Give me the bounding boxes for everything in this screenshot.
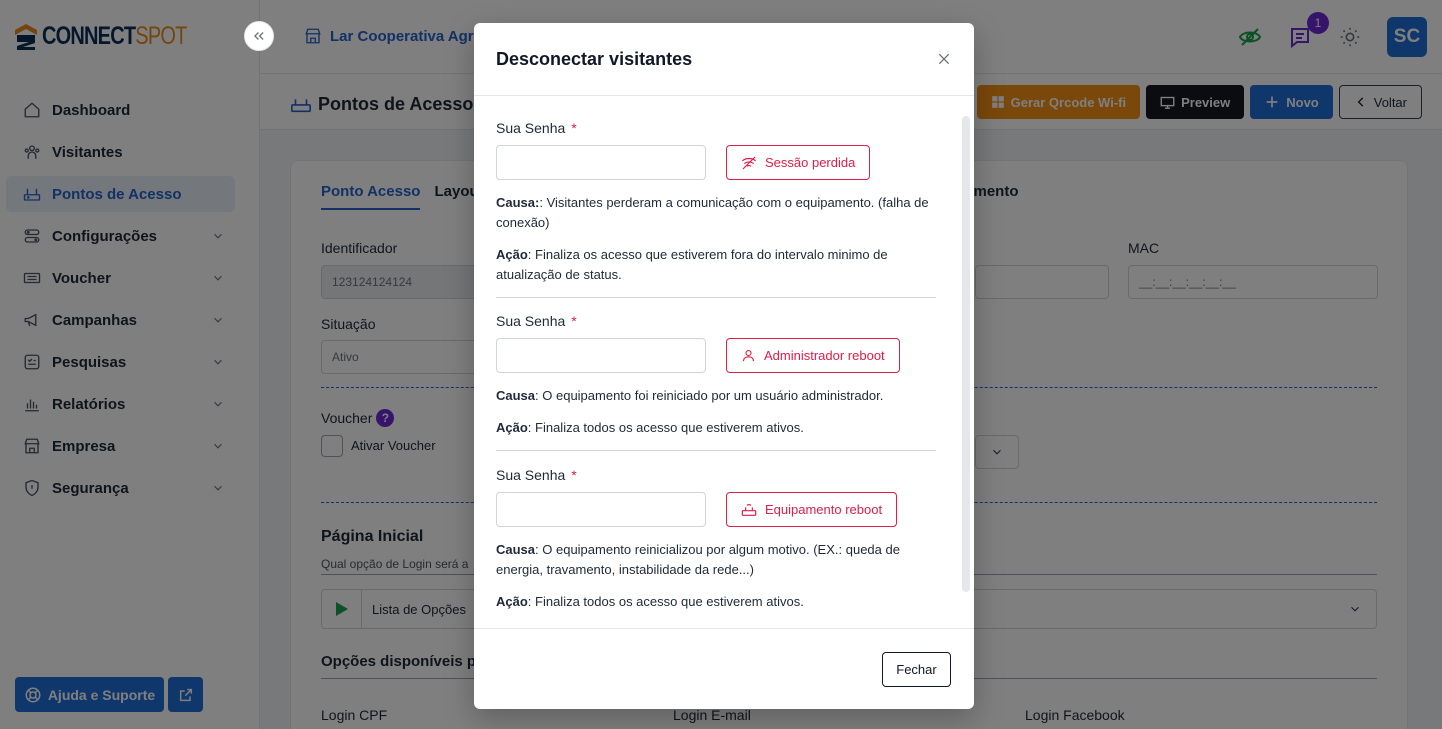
- router-icon: [741, 503, 757, 516]
- password-label-text: Sua Senha: [496, 467, 566, 483]
- modal-scrollbar[interactable]: [962, 106, 970, 618]
- modal-header: Desconectar visitantes: [474, 23, 974, 96]
- cause-text: Causa:: Visitantes perderam a comunicaçã…: [496, 195, 929, 230]
- modal-footer: Fechar: [474, 628, 974, 709]
- user-icon: [742, 349, 755, 362]
- cause-text: Causa: O equipamento foi reiniciado por …: [496, 388, 884, 403]
- password-label-text: Sua Senha: [496, 313, 566, 329]
- divider: [496, 450, 936, 451]
- password-label-text: Sua Senha: [496, 120, 566, 136]
- action-text: Ação: Finaliza os acesso que estiverem f…: [496, 247, 888, 282]
- chevrons-left-icon: [254, 32, 264, 40]
- password-input[interactable]: [496, 145, 706, 180]
- session-lost-button[interactable]: Sessão perdida: [726, 145, 871, 180]
- password-input[interactable]: [496, 338, 706, 373]
- action-text: Ação: Finaliza todos os acesso que estiv…: [496, 594, 804, 609]
- equipment-reboot-section: Sua Senha * Equipamento reboot Causa: O e…: [496, 467, 936, 612]
- close-button[interactable]: Fechar: [882, 652, 951, 687]
- password-input[interactable]: [496, 492, 706, 527]
- admin-reboot-label: Administrador reboot: [764, 348, 885, 363]
- scrollbar-thumb[interactable]: [962, 116, 970, 592]
- required-marker: *: [571, 467, 577, 483]
- admin-reboot-section: Sua Senha * Administrador reboot Causa: O…: [496, 313, 936, 451]
- password-label: Sua Senha *: [496, 120, 936, 136]
- required-marker: *: [571, 313, 577, 329]
- password-label: Sua Senha *: [496, 313, 936, 329]
- modal-title: Desconectar visitantes: [496, 49, 693, 69]
- equipment-reboot-label: Equipamento reboot: [765, 502, 883, 517]
- password-label: Sua Senha *: [496, 467, 936, 483]
- equipment-reboot-button[interactable]: Equipamento reboot: [726, 492, 898, 527]
- divider: [496, 297, 936, 298]
- close-icon[interactable]: [936, 51, 952, 67]
- required-marker: *: [571, 120, 577, 136]
- wifi-off-icon: [741, 156, 757, 169]
- admin-reboot-button[interactable]: Administrador reboot: [726, 338, 900, 373]
- session-lost-section: Sua Senha * Sessão perdida Causa:: Visita…: [496, 120, 936, 298]
- cause-text: Causa: O equipamento reinicializou por a…: [496, 542, 900, 577]
- sidebar-collapse-button[interactable]: [244, 21, 274, 51]
- modal-body: Sua Senha * Sessão perdida Causa:: Visita…: [474, 96, 974, 628]
- session-lost-label: Sessão perdida: [765, 155, 856, 170]
- disconnect-visitors-modal: Desconectar visitantes Sua Senha * Sessão…: [474, 23, 974, 709]
- action-text: Ação: Finaliza todos os acesso que estiv…: [496, 420, 804, 435]
